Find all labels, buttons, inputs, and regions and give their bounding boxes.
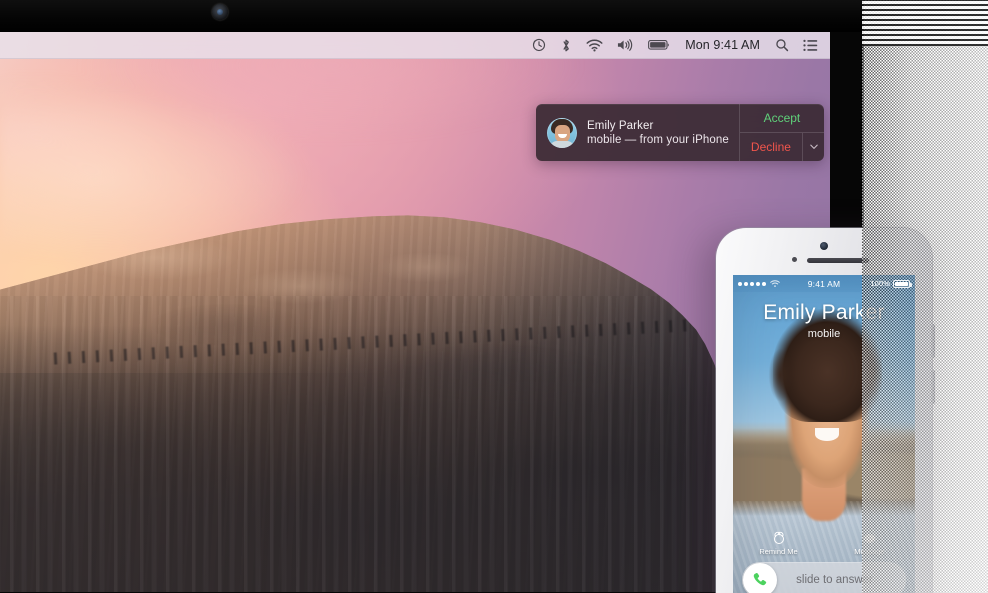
battery-percent-label: 100%	[870, 279, 890, 288]
image-noise-fade	[862, 300, 988, 593]
image-noise-region-top	[862, 0, 988, 46]
decline-button[interactable]: Decline	[740, 133, 802, 161]
wifi-icon[interactable]	[586, 39, 603, 52]
menu-bar-clock[interactable]: Mon 9:41 AM	[684, 38, 761, 52]
screenshot-canvas: Mon 9:41 AM Emily Parker mobile — from y…	[0, 0, 988, 593]
macos-desktop: Mon 9:41 AM Emily Parker mobile — from y…	[0, 32, 830, 592]
volume-icon[interactable]	[617, 38, 634, 52]
battery-icon[interactable]	[648, 39, 670, 51]
remind-me-label: Remind Me	[759, 547, 798, 556]
chevron-down-icon[interactable]	[802, 133, 824, 161]
notification-content: Emily Parker mobile — from your iPhone	[536, 104, 739, 161]
iphone-front-camera	[820, 242, 828, 250]
notification-subtitle: mobile — from your iPhone	[587, 133, 729, 146]
battery-icon	[893, 279, 912, 288]
search-icon[interactable]	[775, 38, 789, 52]
macos-menu-bar: Mon 9:41 AM	[0, 32, 830, 59]
wallpaper-half-dome	[0, 152, 830, 592]
phone-handset-icon[interactable]	[743, 563, 777, 593]
remind-me-button[interactable]: Remind Me	[733, 532, 824, 556]
incoming-call-notification[interactable]: Emily Parker mobile — from your iPhone A…	[536, 104, 824, 161]
time-machine-icon[interactable]	[532, 38, 546, 52]
notification-actions: Accept Decline	[738, 104, 824, 161]
contact-avatar	[547, 117, 577, 148]
notification-title: Emily Parker	[587, 119, 654, 132]
bluetooth-icon[interactable]	[560, 38, 572, 53]
notification-center-icon[interactable]	[803, 39, 818, 52]
iphone-proximity-sensor	[792, 257, 797, 262]
macbook-webcam	[212, 4, 228, 20]
iphone-earpiece-speaker	[807, 258, 869, 263]
macbook-top-bezel	[0, 0, 864, 32]
accept-button[interactable]: Accept	[739, 104, 824, 133]
alarm-clock-icon	[772, 532, 785, 545]
